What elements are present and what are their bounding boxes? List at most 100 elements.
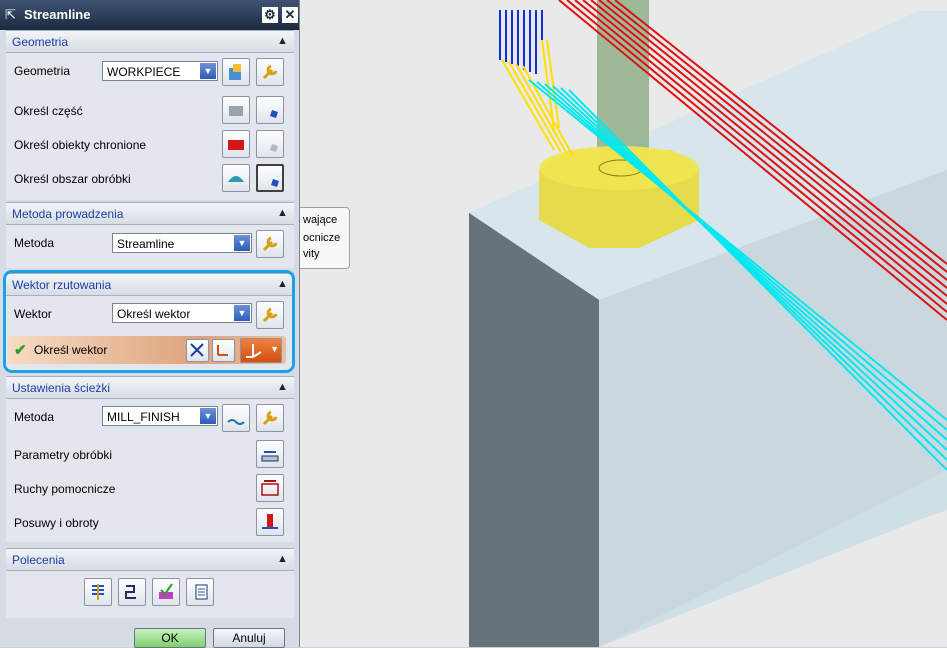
streamline-dialog: ⇱ Streamline ⚙ ✕ Geometria ▲ Geometria W… [0,0,300,648]
non-cutting-moves-icon [261,480,279,496]
feeds-speeds-label: Posuwy i obroty [14,516,99,530]
verify-icon [159,583,173,599]
model-view [469,0,947,647]
path-method-select[interactable]: MILL_FINISH ▼ [102,406,218,426]
path-method-value: MILL_FINISH [107,410,180,424]
wrench-icon [262,64,278,80]
vector-label: Wektor [14,307,52,321]
geometry-select-value: WORKPIECE [107,65,181,79]
feeds-speeds-button[interactable] [256,508,284,536]
select-area-button[interactable] [222,164,250,192]
ok-button[interactable]: OK [134,628,206,648]
inferred-vector-dropdown[interactable]: ▼ [240,338,282,363]
edit-drive-method-button[interactable] [256,230,284,258]
display-protected-button[interactable] [256,130,284,158]
tooltip-line-3: vity [303,248,320,260]
new-method-button[interactable] [222,404,250,432]
cutting-params-button[interactable] [256,440,284,468]
drive-method-select[interactable]: Streamline ▼ [112,233,252,253]
edit-geometry-button[interactable] [256,58,284,86]
checkmark-icon: ✔ [14,342,27,359]
chevron-down-icon: ▼ [234,305,250,321]
close-icon[interactable]: ✕ [282,7,298,23]
new-method-icon [227,419,245,425]
section-drive-method: Metoda prowadzenia ▲ Metoda Streamline ▼ [6,202,294,268]
cutting-params-icon [261,451,279,462]
cancel-button[interactable]: Anuluj [213,628,285,648]
tooltip-line-1: wające [303,214,338,226]
display-part-button[interactable] [256,96,284,124]
edit-method-button[interactable] [256,404,284,432]
chevron-down-icon: ▼ [270,344,279,354]
collapse-icon[interactable]: ▲ [275,206,290,220]
chevron-down-icon: ▼ [200,408,216,424]
flashlight-disabled-icon [264,138,278,152]
collapse-icon[interactable]: ▲ [275,552,290,566]
part-icon [229,106,243,116]
select-protected-button[interactable] [222,130,250,158]
vector-axis-icon [217,345,228,356]
collapse-icon[interactable]: ▲ [275,277,290,291]
section-geometry-title: Geometria [12,35,69,49]
dialog-menu-icon[interactable]: ⇱ [5,7,16,23]
specify-vector-row[interactable]: ✔ Określ wektor ▼ [8,336,286,364]
section-drive-method-title: Metoda prowadzenia [12,207,124,221]
new-geometry-icon [229,64,241,80]
geometry-label: Geometria [14,64,71,78]
path-method-label: Metoda [14,410,55,424]
edit-vector-button[interactable] [256,301,284,329]
list-icon [195,584,208,600]
section-actions: Polecenia ▲ [6,548,294,618]
part-label: Określ część [14,104,83,118]
wrench-icon [262,410,278,426]
section-geometry: Geometria ▲ Geometria WORKPIECE ▼ Określ… [6,30,294,200]
select-part-button[interactable] [222,96,250,124]
section-projection-vector-header[interactable]: Wektor rzutowania ▲ [6,273,294,296]
wrench-icon [262,236,278,252]
non-cutting-button[interactable] [256,474,284,502]
protected-objects-label: Określ obiekty chronione [14,138,147,152]
vector-triad-icon [246,344,262,358]
check-geometry-icon [228,140,244,150]
tooltip-line-2: ocnicze [303,232,341,244]
cutting-params-label: Parametry obróbki [14,448,113,462]
cut-area-icon [228,176,244,182]
generate-button[interactable] [84,578,112,606]
machining-area-label: Określ obszar obróbki [14,172,131,186]
section-actions-header[interactable]: Polecenia ▲ [6,548,294,571]
vector-select-value: Określ wektor [117,307,191,321]
reverse-direction-icon [190,343,204,357]
non-cutting-label: Ruchy pomocnicze [14,482,116,496]
specify-vector-label: Określ wektor [34,343,108,357]
dialog-title: Streamline [24,7,91,22]
generate-toolpath-icon [92,584,104,600]
section-projection-vector-title: Wektor rzutowania [12,278,112,292]
dialog-titlebar[interactable]: ⇱ Streamline ⚙ ✕ [0,0,299,30]
reverse-direction-button[interactable] [186,339,209,362]
new-geometry-button[interactable] [222,58,250,86]
geometry-select[interactable]: WORKPIECE ▼ [102,61,218,81]
section-drive-method-header[interactable]: Metoda prowadzenia ▲ [6,202,294,225]
wrench-icon [262,307,278,323]
flashlight-icon [265,173,279,187]
section-path-settings-header[interactable]: Ustawienia ścieżki ▲ [6,376,294,399]
gear-icon[interactable]: ⚙ [262,7,278,23]
display-area-button[interactable] [256,164,284,192]
section-actions-title: Polecenia [12,553,65,567]
verify-button[interactable] [152,578,180,606]
vector-select[interactable]: Określ wektor ▼ [112,303,252,323]
collapse-icon[interactable]: ▲ [275,34,290,48]
replay-icon [125,585,136,599]
flashlight-icon [264,104,278,118]
chevron-down-icon: ▼ [200,63,216,79]
collapse-icon[interactable]: ▲ [275,380,290,394]
drive-method-value: Streamline [117,237,175,251]
graphics-window[interactable] [299,0,947,647]
replay-button[interactable] [118,578,146,606]
section-geometry-header[interactable]: Geometria ▲ [6,30,294,53]
chevron-down-icon: ▼ [234,235,250,251]
vector-constructor-button[interactable] [212,339,235,362]
section-path-settings-title: Ustawienia ścieżki [12,381,111,395]
section-path-settings: Ustawienia ścieżki ▲ Metoda MILL_FINISH … [6,376,294,542]
list-button[interactable] [186,578,214,606]
